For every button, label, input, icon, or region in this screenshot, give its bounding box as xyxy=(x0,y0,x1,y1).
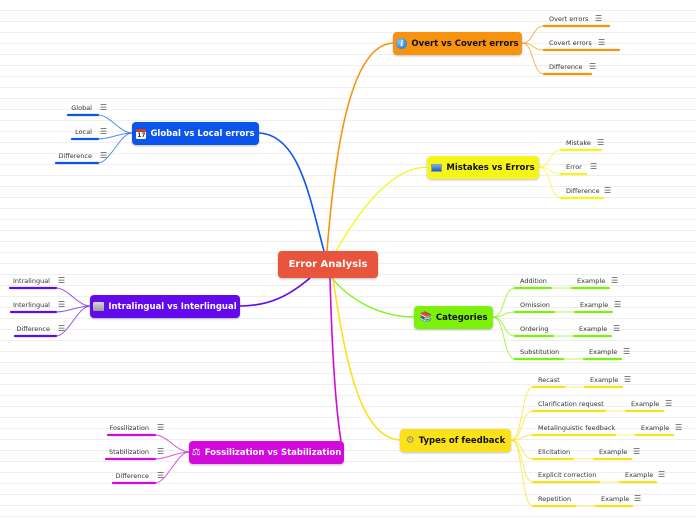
notes-menu-icon[interactable]: ☰ xyxy=(633,447,640,456)
gear-icon: ⚙ xyxy=(405,434,415,446)
scales-icon: ⚖ xyxy=(191,446,201,458)
connector-line xyxy=(510,386,534,441)
connector-line xyxy=(335,166,428,252)
leaf-node[interactable]: Local xyxy=(75,128,92,137)
notes-menu-icon[interactable]: ☰ xyxy=(675,423,682,432)
leaf-node[interactable]: Difference xyxy=(16,325,50,334)
connector-line xyxy=(258,132,325,252)
connector-line xyxy=(492,316,516,337)
notes-menu-icon[interactable]: ☰ xyxy=(100,103,107,112)
branch-node-mistakes-errors[interactable]: Mistakes vs Errors xyxy=(427,156,539,179)
example-node[interactable]: Example xyxy=(631,400,659,409)
connector-line xyxy=(239,277,311,307)
folder-icon xyxy=(93,302,105,311)
notes-menu-icon[interactable]: ☰ xyxy=(590,162,597,171)
root-node[interactable]: Error Analysis xyxy=(278,251,378,278)
branch-label: Categories xyxy=(435,312,488,323)
branch-label: Global vs Local errors xyxy=(150,128,255,139)
notes-menu-icon[interactable]: ☰ xyxy=(604,186,611,195)
notes-menu-icon[interactable]: ☰ xyxy=(589,62,596,71)
connector-line xyxy=(326,42,394,252)
branch-label: Intralingual vs Interlingual xyxy=(108,301,237,312)
leaf-node[interactable]: Intralingual xyxy=(13,277,50,286)
leaf-node[interactable]: Covert errors xyxy=(549,39,592,48)
branch-node-global-local[interactable]: 17 Global vs Local errors xyxy=(132,122,259,145)
leaf-node[interactable]: Difference xyxy=(58,152,92,161)
branch-label: Overt vs Covert errors xyxy=(411,38,519,49)
leaf-node[interactable]: Error xyxy=(566,163,582,172)
notes-menu-icon[interactable]: ☰ xyxy=(58,276,65,285)
info-icon: i xyxy=(396,38,408,49)
notes-menu-icon[interactable]: ☰ xyxy=(597,138,604,147)
notes-menu-icon[interactable]: ☰ xyxy=(665,399,672,408)
notes-menu-icon[interactable]: ☰ xyxy=(157,471,164,480)
example-node[interactable]: Example xyxy=(625,471,653,480)
root-label: Error Analysis xyxy=(288,259,368,270)
leaf-node[interactable]: Explicit correction xyxy=(538,471,596,480)
leaf-node[interactable]: Repetition xyxy=(538,495,571,504)
branch-node-fossilization-stabilization[interactable]: ⚖ Fossilization vs Stabilization xyxy=(189,441,344,464)
leaf-node[interactable]: Difference xyxy=(115,472,149,481)
notes-menu-icon[interactable]: ☰ xyxy=(624,375,631,384)
notes-menu-icon[interactable]: ☰ xyxy=(58,300,65,309)
notes-menu-icon[interactable]: ☰ xyxy=(634,494,641,503)
example-node[interactable]: Example xyxy=(580,301,608,310)
leaf-node[interactable]: Difference xyxy=(549,63,583,72)
leaf-node[interactable]: Fossilization xyxy=(109,424,149,433)
example-node[interactable]: Example xyxy=(589,348,617,357)
connector-line xyxy=(331,277,415,318)
branch-label: Mistakes vs Errors xyxy=(446,162,535,173)
leaf-node[interactable]: Substitution xyxy=(520,348,559,357)
connector-line xyxy=(521,25,545,44)
connector-line xyxy=(521,42,545,75)
notes-menu-icon[interactable]: ☰ xyxy=(58,324,65,333)
notes-menu-icon[interactable]: ☰ xyxy=(614,300,621,309)
branch-node-types-of-feedback[interactable]: ⚙ Types of feedback xyxy=(400,429,511,452)
example-node[interactable]: Example xyxy=(579,325,607,334)
branch-label: Types of feedback xyxy=(418,435,506,446)
leaf-node[interactable]: Metalinguistic feedback xyxy=(538,424,615,433)
notes-menu-icon[interactable]: ☰ xyxy=(157,423,164,432)
monitor-icon xyxy=(431,163,443,172)
notes-menu-icon[interactable]: ☰ xyxy=(157,447,164,456)
leaf-node[interactable]: Overt errors xyxy=(549,15,588,24)
branch-label: Fossilization vs Stabilization xyxy=(204,447,342,458)
leaf-node[interactable]: Mistake xyxy=(566,139,591,148)
notes-menu-icon[interactable]: ☰ xyxy=(598,38,605,47)
leaf-node[interactable]: Omission xyxy=(520,301,550,310)
notes-menu-icon[interactable]: ☰ xyxy=(623,347,630,356)
example-node[interactable]: Example xyxy=(577,277,605,286)
leaf-node[interactable]: Ordering xyxy=(520,325,549,334)
notes-menu-icon[interactable]: ☰ xyxy=(658,470,665,479)
example-node[interactable]: Example xyxy=(590,376,618,385)
connector-line xyxy=(332,277,401,441)
connector-line xyxy=(538,149,562,168)
example-node[interactable]: Example xyxy=(601,495,629,504)
notes-menu-icon[interactable]: ☰ xyxy=(613,324,620,333)
branch-node-overt-covert[interactable]: i Overt vs Covert errors xyxy=(393,32,522,55)
leaf-node[interactable]: Recast xyxy=(538,376,560,385)
leaf-node[interactable]: Clarification request xyxy=(538,400,604,409)
example-node[interactable]: Example xyxy=(599,448,627,457)
leaf-node[interactable]: Global xyxy=(71,104,92,113)
example-node[interactable]: Example xyxy=(641,424,669,433)
connector-line xyxy=(329,277,342,442)
connector-line xyxy=(492,316,516,360)
leaf-node[interactable]: Stabilization xyxy=(109,448,149,457)
leaf-node[interactable]: Interlingual xyxy=(13,301,50,310)
branch-node-intralingual-interlingual[interactable]: Intralingual vs Interlingual xyxy=(90,295,240,318)
leaf-node[interactable]: Elicitation xyxy=(538,448,570,457)
notes-menu-icon[interactable]: ☰ xyxy=(100,127,107,136)
leaf-node[interactable]: Addition xyxy=(520,277,547,286)
calendar-icon: 17 xyxy=(136,128,147,139)
books-icon: 📚 xyxy=(419,311,432,323)
branch-node-categories[interactable]: 📚 Categories xyxy=(414,306,493,329)
connector-line xyxy=(510,439,534,460)
notes-menu-icon[interactable]: ☰ xyxy=(595,14,602,23)
mind-map-canvas[interactable]: Error Analysis i Overt vs Covert errors … xyxy=(0,0,696,520)
leaf-node[interactable]: Difference xyxy=(566,187,600,196)
connector-line xyxy=(538,166,562,199)
notes-menu-icon[interactable]: ☰ xyxy=(611,276,618,285)
notes-menu-icon[interactable]: ☰ xyxy=(100,151,107,160)
